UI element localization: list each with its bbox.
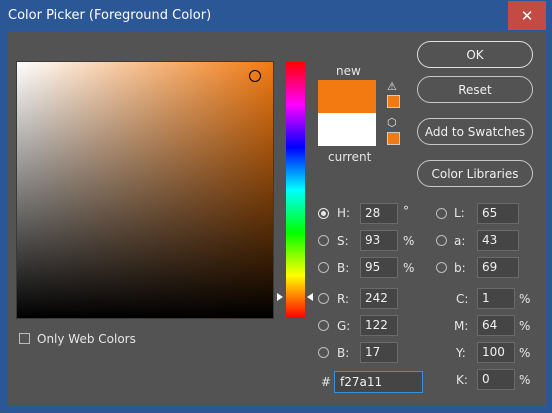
lab-a-input[interactable]: 43 [477, 230, 519, 251]
black-unit: % [519, 373, 531, 387]
lab-a-radio[interactable] [436, 235, 447, 246]
color-libraries-button[interactable]: Color Libraries [417, 160, 533, 187]
brightness-label: B: [337, 261, 350, 275]
web-safe-cube-icon[interactable]: ⬡ [387, 116, 397, 129]
cyan-label: C: [456, 292, 469, 306]
close-icon: ✕ [520, 6, 534, 25]
current-color-label: current [328, 150, 372, 164]
red-label: R: [337, 292, 350, 306]
brightness-input[interactable]: 95 [360, 257, 398, 278]
lab-l-radio[interactable] [436, 208, 447, 219]
black-input[interactable]: 0 [477, 369, 515, 390]
lab-l-label: L: [454, 206, 465, 220]
red-radio[interactable] [318, 293, 329, 304]
blue-radio[interactable] [318, 347, 329, 358]
hue-input[interactable]: 28 [360, 203, 398, 224]
saturation-label: S: [337, 234, 349, 248]
brightness-unit: % [403, 261, 415, 275]
black-label: K: [456, 373, 468, 387]
saturation-input[interactable]: 93 [360, 230, 398, 251]
magenta-unit: % [519, 319, 531, 333]
new-color-label: new [336, 64, 361, 78]
green-label: G: [337, 319, 351, 333]
only-web-colors-checkbox[interactable] [19, 333, 30, 344]
hex-input[interactable]: f27a11 [334, 371, 423, 393]
reset-button[interactable]: Reset [417, 76, 533, 103]
color-field[interactable] [16, 61, 274, 319]
hue-unit: ° [403, 204, 409, 218]
new-color-swatch [318, 80, 376, 113]
color-field-marker-icon[interactable] [249, 70, 261, 82]
hue-slider-left-handle-icon[interactable] [277, 293, 283, 301]
hue-slider[interactable] [286, 62, 305, 318]
add-to-swatches-button[interactable]: Add to Swatches [417, 118, 533, 145]
hue-slider-right-handle-icon[interactable] [307, 293, 313, 301]
blue-label: B: [337, 346, 350, 360]
blue-input[interactable]: 17 [360, 342, 398, 363]
hue-radio[interactable] [318, 208, 329, 219]
gamut-color-swatch[interactable] [387, 95, 400, 108]
saturation-radio[interactable] [318, 235, 329, 246]
red-input[interactable]: 242 [360, 288, 398, 309]
brightness-radio[interactable] [318, 262, 329, 273]
green-radio[interactable] [318, 320, 329, 331]
lab-a-label: a: [454, 234, 466, 248]
web-safe-color-swatch[interactable] [387, 132, 400, 145]
yellow-label: Y: [456, 346, 466, 360]
lab-b-radio[interactable] [436, 262, 447, 273]
color-picker-window: Color Picker (Foreground Color) ✕ new cu… [0, 0, 552, 413]
out-of-gamut-warning-icon[interactable]: ⚠ [387, 80, 397, 93]
lab-b-label: b: [454, 261, 466, 275]
yellow-unit: % [519, 346, 531, 360]
close-button[interactable]: ✕ [508, 1, 546, 30]
saturation-unit: % [403, 234, 415, 248]
cyan-input[interactable]: 1 [477, 288, 515, 309]
ok-button[interactable]: OK [417, 41, 533, 68]
title-bar: Color Picker (Foreground Color) ✕ [0, 0, 552, 31]
lab-l-input[interactable]: 65 [477, 203, 519, 224]
hex-label: # [321, 375, 332, 389]
hue-label: H: [337, 206, 351, 220]
lab-b-input[interactable]: 69 [477, 257, 519, 278]
magenta-input[interactable]: 64 [477, 315, 515, 336]
cyan-unit: % [519, 292, 531, 306]
green-input[interactable]: 122 [360, 315, 398, 336]
window-title: Color Picker (Foreground Color) [8, 8, 212, 23]
magenta-label: M: [454, 319, 469, 333]
yellow-input[interactable]: 100 [477, 342, 515, 363]
only-web-colors-label[interactable]: Only Web Colors [37, 332, 136, 346]
current-color-swatch[interactable] [318, 113, 376, 146]
